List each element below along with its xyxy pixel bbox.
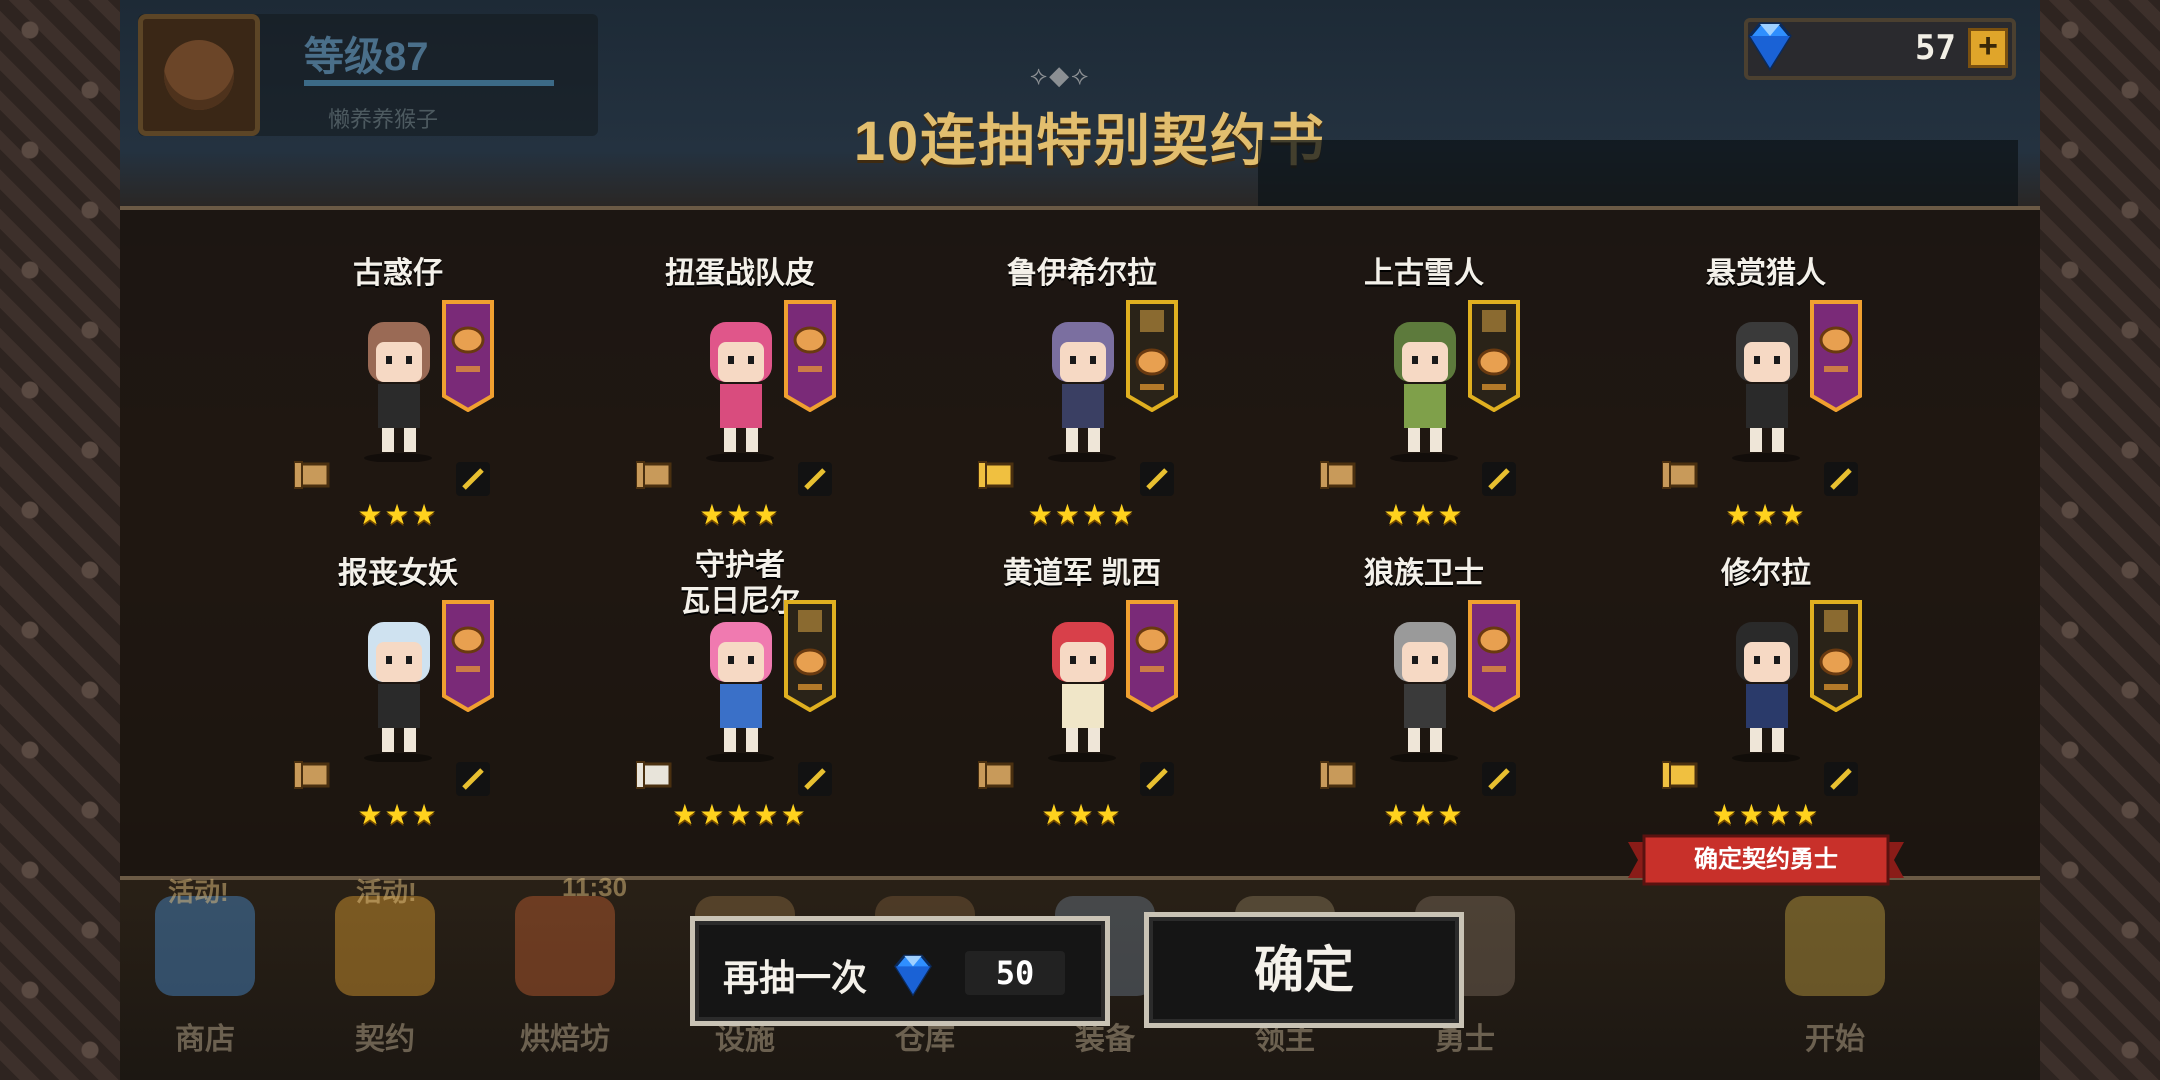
hero-star-rating: ★★★ (1041, 799, 1123, 830)
weapon-type-icon (1824, 462, 1858, 496)
scroll-icon (636, 761, 672, 789)
class-banner-icon (1468, 600, 1520, 712)
scroll-icon (1662, 761, 1698, 789)
class-banner-icon (442, 300, 494, 412)
weapon-type-icon (456, 762, 490, 796)
hero-card[interactable]: 悬赏猎人 ★★★ (1606, 256, 1926, 556)
class-banner-icon (784, 600, 836, 712)
gem-count: 57 (1915, 28, 1956, 68)
hero-star-rating: ★★★ (357, 799, 439, 830)
header-shadow-strip (1258, 140, 2018, 210)
class-banner-icon (1810, 600, 1862, 712)
hero-card[interactable]: 修尔拉 ★★★★ (1606, 556, 1926, 856)
weapon-type-icon (1482, 762, 1516, 796)
player-panel[interactable]: 等级87 懒养养猴子 (138, 14, 598, 136)
weapon-type-icon (456, 462, 490, 496)
hero-star-rating: ★★★★★ (672, 799, 808, 830)
class-banner-icon (1810, 300, 1862, 412)
diamond-icon (1748, 22, 1792, 71)
nav-icon (335, 896, 435, 996)
level-progress-bar (304, 80, 554, 86)
hero-card[interactable]: 扭蛋战队皮 ★★★ (580, 256, 900, 556)
nav-icon (155, 896, 255, 996)
hero-name: 鲁伊希尔拉 (1007, 257, 1157, 290)
confirm-button[interactable]: 确定 (1144, 912, 1464, 1028)
hero-star-rating: ★★★★ (1711, 799, 1821, 830)
player-avatar[interactable] (138, 14, 260, 136)
hero-star-rating: ★★★ (1725, 499, 1807, 530)
confirm-label: 确定 (1254, 942, 1354, 998)
scroll-icon (978, 761, 1014, 789)
hero-card[interactable]: 黄道军 凯西 ★★★ (922, 556, 1242, 856)
hero-name: 扭蛋战队皮 (665, 257, 815, 290)
class-banner-icon (784, 300, 836, 412)
weapon-type-icon (798, 462, 832, 496)
bakery-timer: 11:30 (562, 872, 628, 902)
scroll-icon (294, 461, 330, 489)
summon-cost: 50 (965, 951, 1065, 995)
hero-star-rating: ★★★ (1383, 799, 1465, 830)
player-level: 等级87 (304, 35, 429, 79)
scroll-icon (1662, 461, 1698, 489)
hero-name: 报丧女妖 (338, 557, 458, 590)
diamond-icon (894, 954, 932, 997)
title-ornament: ⟡◆⟡ (1030, 60, 1091, 90)
nav-item[interactable]: 烘焙坊 (490, 886, 640, 1076)
hero-card[interactable]: 古惑仔 ★★★ (238, 256, 558, 556)
nav-label: 烘焙坊 (520, 1023, 610, 1056)
hero-star-rating: ★★★★ (1027, 499, 1137, 530)
right-border-pattern (2036, 0, 2160, 1080)
hero-star-rating: ★★★ (699, 499, 781, 530)
hero-name: 守护者 瓦日尼尔 (680, 549, 800, 618)
hero-name: 古惑仔 (353, 257, 443, 290)
hero-card[interactable]: 守护者 瓦日尼尔 ★★★★★ (580, 549, 900, 856)
weapon-type-icon (1140, 762, 1174, 796)
bear-avatar-icon (164, 40, 234, 110)
nav-label: 商店 (175, 1023, 235, 1056)
weapon-type-icon (1824, 762, 1858, 796)
nav-item[interactable]: 契约 (310, 886, 460, 1076)
summon-again-label: 再抽一次 (723, 957, 868, 998)
class-banner-icon (442, 600, 494, 712)
hero-name: 上古雪人 (1364, 257, 1484, 290)
class-banner-icon (1126, 300, 1178, 412)
nav-label: 契约 (355, 1023, 415, 1056)
weapon-type-icon (798, 762, 832, 796)
class-banner-icon (1126, 600, 1178, 712)
nav-item[interactable]: 开始 (1760, 886, 1910, 1076)
hero-card[interactable]: 报丧女妖 ★★★ (238, 556, 558, 856)
scroll-icon (978, 461, 1014, 489)
scroll-icon (1320, 761, 1356, 789)
hero-star-rating: ★★★ (357, 499, 439, 530)
nav-icon (1785, 896, 1885, 996)
player-name: 懒养养猴子 (328, 107, 439, 132)
gem-counter: 57 + (1744, 18, 2016, 80)
nav-item[interactable]: 商店 (130, 886, 280, 1076)
hero-name: 黄道军 凯西 (1002, 557, 1162, 590)
nav-label: 开始 (1805, 1023, 1865, 1056)
nav-icon (515, 896, 615, 996)
hero-name: 修尔拉 (1721, 557, 1811, 590)
hero-name: 悬赏猎人 (1706, 257, 1826, 290)
shop-activity-badge: 活动! (168, 877, 229, 907)
weapon-type-icon (1482, 462, 1516, 496)
contract-activity-badge: 活动! (356, 877, 417, 907)
hero-card[interactable]: 狼族卫士 ★★★ (1264, 556, 1584, 856)
scroll-icon (636, 461, 672, 489)
class-banner-icon (1468, 300, 1520, 412)
scroll-icon (1320, 461, 1356, 489)
hero-name: 狼族卫士 (1364, 557, 1484, 590)
hero-star-rating: ★★★ (1383, 499, 1465, 530)
left-border-pattern (0, 0, 124, 1080)
hero-card[interactable]: 上古雪人 ★★★ (1264, 256, 1584, 556)
weapon-type-icon (1140, 462, 1174, 496)
hero-card[interactable]: 鲁伊希尔拉 ★★★★ (922, 256, 1242, 556)
summon-again-button[interactable]: 再抽一次 50 (690, 916, 1110, 1026)
scroll-icon (294, 761, 330, 789)
add-gems-button[interactable]: + (1968, 28, 2008, 68)
